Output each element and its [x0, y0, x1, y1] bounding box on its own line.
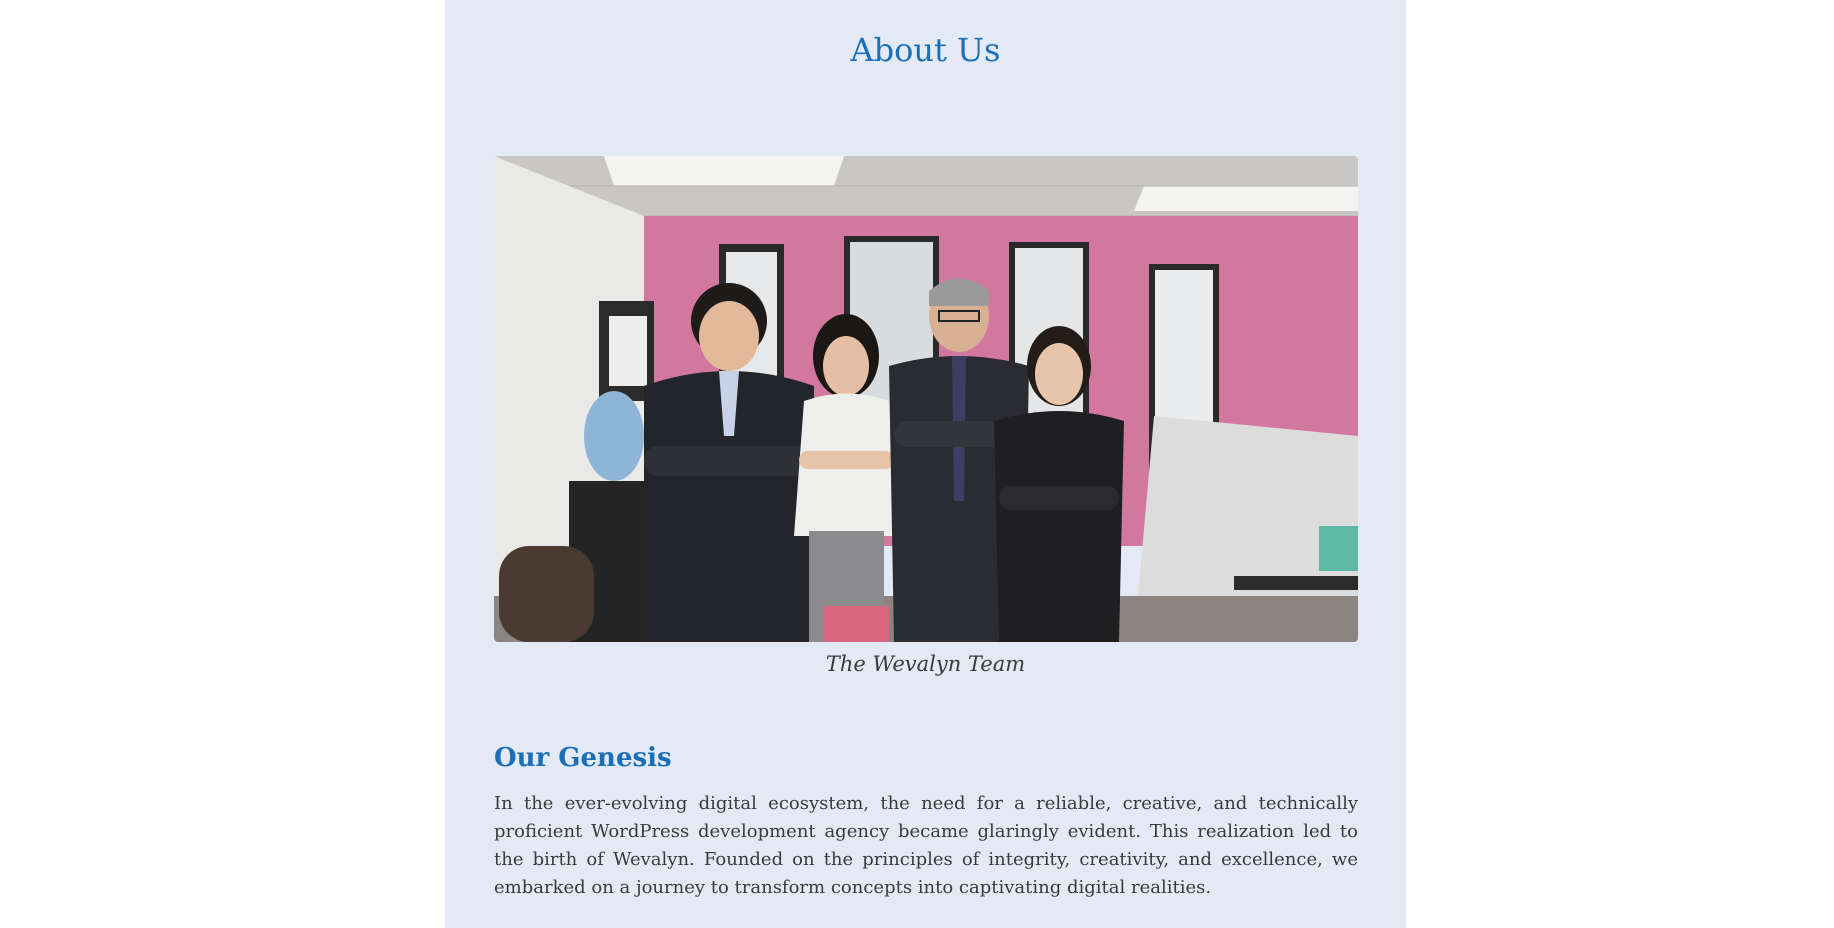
- team-photo-illustration: [494, 156, 1358, 642]
- page-title: About Us: [850, 31, 1001, 69]
- photo-caption: The Wevalyn Team: [825, 652, 1026, 676]
- section-heading-genesis: Our Genesis: [494, 743, 672, 773]
- section-body-genesis: In the ever-evolving digital ecosystem, …: [494, 793, 1358, 898]
- team-photo: [494, 156, 1358, 642]
- content-column: About Us The Wevalyn Team Our Genesis In…: [445, 0, 1406, 928]
